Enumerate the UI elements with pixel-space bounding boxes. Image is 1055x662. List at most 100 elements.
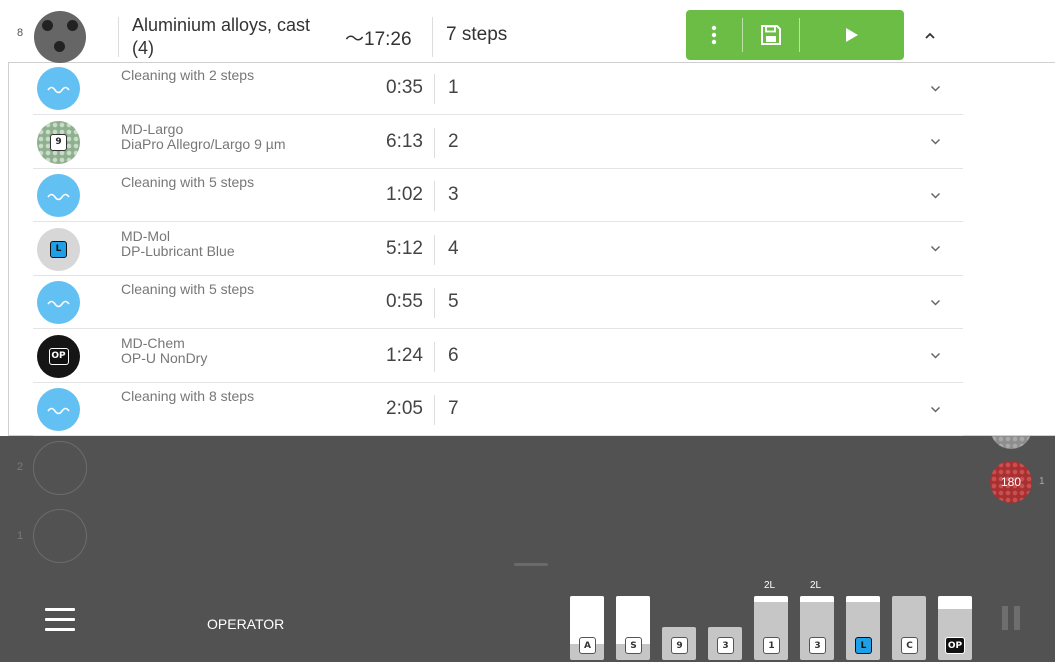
specimen-holder-icon xyxy=(34,11,86,63)
step-row[interactable]: Cleaning with 5 steps 0:55 5 xyxy=(33,276,963,329)
consumable-badge: L xyxy=(50,240,67,258)
step-number: 6 xyxy=(448,344,459,366)
empty-holder-slot xyxy=(33,441,87,495)
step-number: 4 xyxy=(448,237,459,259)
cleaning-icon xyxy=(37,174,80,217)
step-row[interactable]: Cleaning with 2 steps 0:35 1 xyxy=(33,62,963,115)
step-number: 3 xyxy=(448,184,459,205)
start-button[interactable] xyxy=(800,10,904,60)
bottle-label: 1 xyxy=(763,637,780,654)
ghost-slot-number: 2 xyxy=(17,461,24,473)
disc-label: 180 xyxy=(1000,474,1022,489)
expand-button[interactable] xyxy=(927,401,943,417)
wave-icon xyxy=(46,407,70,414)
expand-button[interactable] xyxy=(927,241,943,257)
step-name: Cleaning with 5 steps xyxy=(121,281,255,297)
dosing-bottle[interactable]: 3 xyxy=(708,627,742,660)
cleaning-icon xyxy=(37,281,80,324)
step-number: 2 xyxy=(448,130,459,152)
wave-icon xyxy=(46,193,70,200)
bottle-label: C xyxy=(901,637,918,654)
chevron-down-icon xyxy=(930,192,940,199)
save-button[interactable] xyxy=(743,10,799,60)
step-row[interactable]: OP MD-Chem OP-U NonDry 1:24 6 xyxy=(33,330,963,383)
dosing-bottle[interactable]: 3 xyxy=(800,596,834,660)
chevron-up-icon xyxy=(925,32,935,39)
bottle-label: S xyxy=(625,637,642,654)
consumable-badge: 9 xyxy=(50,133,67,151)
steps-count: 7 steps xyxy=(446,24,508,45)
step-number: 1 xyxy=(448,77,459,98)
step-consumable: OP-U NonDry xyxy=(121,349,208,366)
consumable-badge: OP xyxy=(48,347,69,365)
expand-button[interactable] xyxy=(927,294,943,310)
chevron-down-icon xyxy=(930,85,940,92)
drag-handle[interactable] xyxy=(514,563,548,566)
divider xyxy=(118,17,119,57)
dosing-bottle[interactable]: 1 xyxy=(754,596,788,660)
step-time: 6:13 xyxy=(386,130,423,152)
step-row[interactable]: Cleaning with 8 steps 2:05 7 xyxy=(33,383,963,436)
chevron-down-icon xyxy=(930,406,940,413)
step-time: 0:55 xyxy=(386,291,423,312)
user-role[interactable]: OPERATOR xyxy=(207,616,284,632)
cleaning-icon xyxy=(37,388,80,431)
cleaning-icon xyxy=(37,67,80,110)
step-name: MD-Chem xyxy=(121,334,185,351)
step-row[interactable]: L MD-Mol DP-Lubricant Blue 5:12 4 xyxy=(33,223,963,276)
chevron-down-icon xyxy=(930,352,940,359)
step-time: 5:12 xyxy=(386,237,423,259)
more-button[interactable] xyxy=(686,10,742,60)
step-consumable: DiaPro Allegro/Largo 9 µm xyxy=(121,135,286,152)
bottle-fill-level xyxy=(846,596,880,602)
step-name: MD-Mol xyxy=(121,227,170,244)
surface-disc-icon: L xyxy=(37,227,80,271)
bottle-label: 3 xyxy=(809,637,826,654)
step-row[interactable]: Cleaning with 5 steps 1:02 3 xyxy=(33,169,963,222)
expand-button[interactable] xyxy=(927,80,943,96)
expand-button[interactable] xyxy=(927,134,943,150)
save-icon xyxy=(761,25,781,45)
step-consumable: DP-Lubricant Blue xyxy=(121,242,235,259)
dosing-bottle[interactable]: A xyxy=(570,596,604,660)
expand-button[interactable] xyxy=(927,348,943,364)
bottle-fill-level xyxy=(754,596,788,602)
collapse-button[interactable] xyxy=(918,24,942,48)
holder-index: 8 xyxy=(17,27,24,39)
step-time: 1:24 xyxy=(386,344,423,366)
disc-position: 1 xyxy=(1039,475,1045,487)
dosing-bottle[interactable]: S xyxy=(616,596,650,660)
bottle-label: L xyxy=(855,637,872,654)
bottle-fill-level xyxy=(800,596,834,602)
step-row[interactable]: 9 MD-Largo DiaPro Allegro/Largo 9 µm 6:13 2 xyxy=(33,116,963,169)
bottle-label: 3 xyxy=(717,637,734,654)
more-vertical-icon xyxy=(711,25,717,45)
chevron-down-icon xyxy=(930,299,940,306)
method-title[interactable]: Aluminium alloys, cast (4) xyxy=(132,14,332,60)
wave-icon xyxy=(46,300,70,307)
total-time: ～17:26 xyxy=(345,29,412,50)
step-name: Cleaning with 2 steps xyxy=(121,67,255,83)
step-number: 5 xyxy=(448,291,459,312)
bottle-fill-level xyxy=(938,596,972,609)
chevron-down-icon xyxy=(930,245,940,252)
step-name: Cleaning with 5 steps xyxy=(121,174,255,190)
hamburger-menu-icon[interactable] xyxy=(45,608,75,632)
bottle-label: 9 xyxy=(671,637,688,654)
step-name: Cleaning with 8 steps xyxy=(121,388,255,404)
surface-disc-icon: 9 xyxy=(37,120,80,164)
step-number: 7 xyxy=(448,398,459,419)
dosing-bottle[interactable]: C xyxy=(892,596,926,660)
bottle-volume: 2L xyxy=(810,580,822,591)
dosing-bottle[interactable]: 9 xyxy=(662,627,696,660)
dosing-bottle[interactable]: OP xyxy=(938,596,972,660)
dosing-bottle[interactable]: L xyxy=(846,596,880,660)
step-time: 0:35 xyxy=(386,77,423,98)
step-name: MD-Largo xyxy=(121,120,184,137)
empty-holder-slot xyxy=(33,509,87,563)
bottle-volume: 2L xyxy=(764,580,776,591)
wave-icon xyxy=(46,86,70,93)
disc-slot[interactable]: 180 xyxy=(990,460,1032,503)
pause-icon[interactable] xyxy=(1002,606,1020,630)
expand-button[interactable] xyxy=(927,187,943,203)
